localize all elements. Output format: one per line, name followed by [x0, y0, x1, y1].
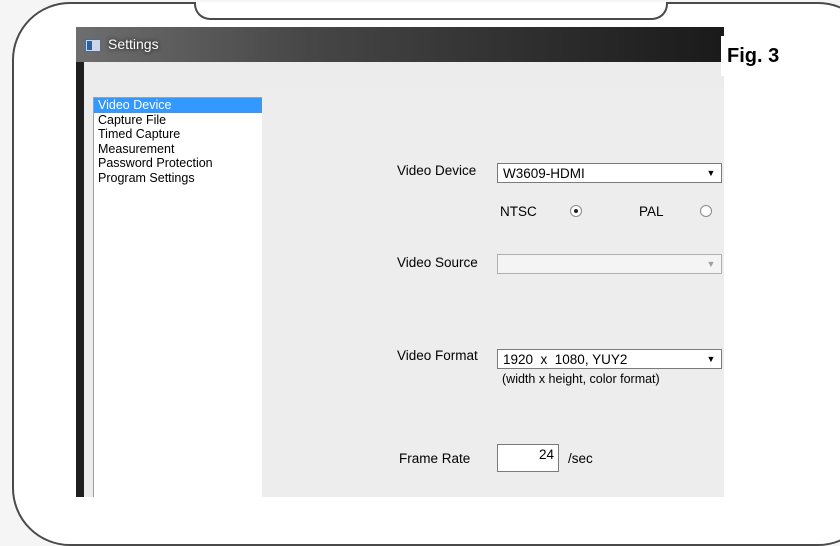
video-format-hint: (width x height, color format) — [502, 372, 660, 386]
video-source-dropdown[interactable]: ▼ — [497, 254, 722, 274]
title-bar[interactable]: Settings — [76, 27, 724, 62]
frame-rate-input[interactable]: 24 — [497, 444, 559, 472]
ntsc-radio[interactable] — [570, 205, 582, 217]
nav-item-measurement[interactable]: Measurement — [94, 142, 263, 157]
ntsc-label: NTSC — [500, 204, 537, 219]
settings-category-list[interactable]: Video Device Capture File Timed Capture … — [93, 97, 264, 497]
settings-window: Settings Video Device Capture File Timed… — [76, 27, 724, 497]
frame-rate-unit: /sec — [568, 451, 593, 466]
chevron-down-icon[interactable]: ▼ — [703, 166, 719, 180]
video-device-dropdown[interactable]: W3609-HDMI ▼ — [497, 163, 722, 183]
video-source-label: Video Source — [397, 255, 478, 270]
window-border — [76, 62, 84, 497]
video-device-panel: Video Device W3609-HDMI ▼ NTSC PAL Video… — [262, 87, 724, 497]
nav-item-video-device[interactable]: Video Device — [94, 98, 263, 113]
video-format-label: Video Format — [397, 348, 478, 363]
pal-label: PAL — [639, 204, 664, 219]
chevron-down-icon[interactable]: ▼ — [703, 352, 719, 366]
chevron-down-icon[interactable]: ▼ — [703, 257, 719, 271]
video-device-label: Video Device — [397, 163, 477, 178]
window-client: Video Device Capture File Timed Capture … — [84, 62, 724, 497]
frame-rate-label: Frame Rate — [399, 451, 471, 466]
video-format-dropdown[interactable]: 1920 x 1080, YUY2 ▼ — [497, 349, 722, 369]
nav-item-capture-file[interactable]: Capture File — [94, 113, 263, 128]
frame-notch — [194, 2, 668, 20]
nav-item-program-settings[interactable]: Program Settings — [94, 171, 263, 186]
window-title: Settings — [108, 36, 159, 52]
app-icon — [85, 39, 101, 52]
nav-item-password-protection[interactable]: Password Protection — [94, 156, 263, 171]
video-format-value: 1920 x 1080, YUY2 — [503, 352, 628, 367]
video-device-value: W3609-HDMI — [503, 166, 585, 181]
pal-radio[interactable] — [700, 205, 712, 217]
figure-label: Fig. 3 — [721, 36, 795, 76]
frame-rate-value: 24 — [538, 447, 554, 462]
nav-item-timed-capture[interactable]: Timed Capture — [94, 127, 263, 142]
